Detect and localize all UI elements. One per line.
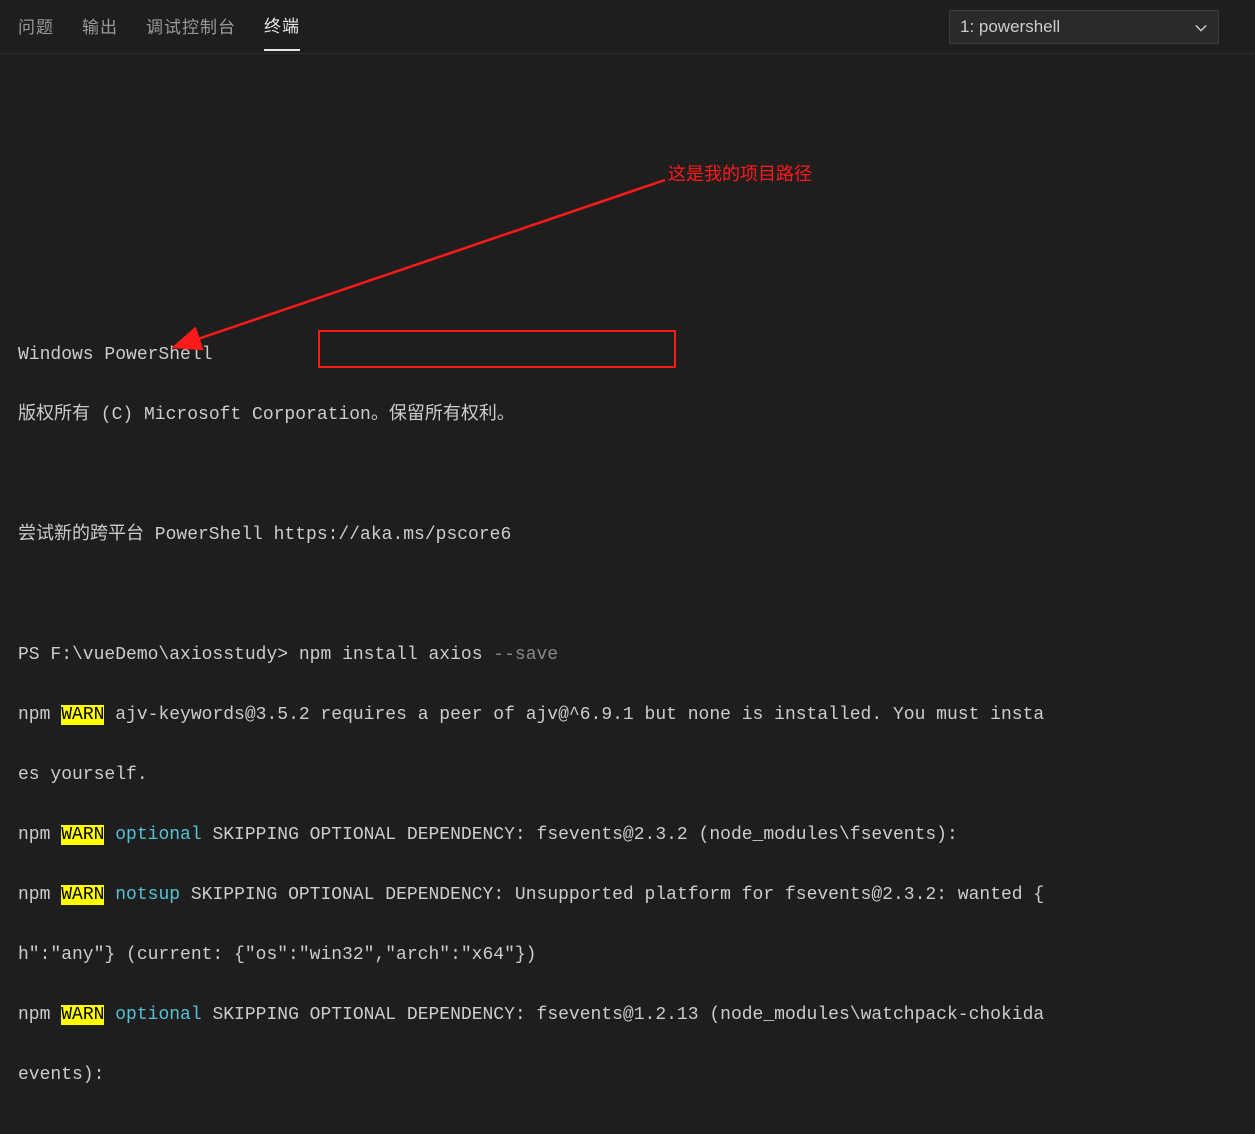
terminal-line bbox=[18, 100, 1237, 130]
terminal-line: npm WARN optional SKIPPING OPTIONAL DEPE… bbox=[18, 1000, 1237, 1030]
panel-header: 问题 输出 调试控制台 终端 1: powershell bbox=[0, 0, 1255, 54]
warn-badge: WARN bbox=[61, 1005, 104, 1025]
terminal-line: h":"any"} (current: {"os":"win32","arch"… bbox=[18, 940, 1237, 970]
panel-tabs: 问题 输出 调试控制台 终端 bbox=[18, 2, 949, 51]
terminal-line: es yourself. bbox=[18, 760, 1237, 790]
terminal-line: events): bbox=[18, 1060, 1237, 1090]
terminal-line: npm WARN ajv-keywords@3.5.2 requires a p… bbox=[18, 700, 1237, 730]
terminal-output[interactable]: Windows PowerShell 版权所有 (C) Microsoft Co… bbox=[0, 54, 1255, 1134]
tab-terminal[interactable]: 终端 bbox=[264, 2, 300, 51]
command-flag: --save bbox=[493, 645, 558, 665]
terminal-line bbox=[18, 280, 1237, 310]
terminal-command-line: PS F:\vueDemo\axiosstudy> npm install ax… bbox=[18, 640, 1237, 670]
terminal-line: 版权所有 (C) Microsoft Corporation。保留所有权利。 bbox=[18, 400, 1237, 430]
terminal-line bbox=[18, 580, 1237, 610]
annotation-label: 这是我的项目路径 bbox=[668, 160, 812, 186]
warn-badge: WARN bbox=[61, 705, 104, 725]
terminal-line bbox=[18, 160, 1237, 190]
terminal-selector[interactable]: 1: powershell bbox=[949, 10, 1219, 44]
terminal-line bbox=[18, 220, 1237, 250]
warn-badge: WARN bbox=[61, 885, 104, 905]
terminal-line: 尝试新的跨平台 PowerShell https://aka.ms/pscore… bbox=[18, 520, 1237, 550]
prompt: PS F:\vueDemo\axiosstudy> bbox=[18, 645, 299, 665]
command-text: npm install axios bbox=[299, 645, 493, 665]
terminal-line: Windows PowerShell bbox=[18, 340, 1237, 370]
warn-badge: WARN bbox=[61, 825, 104, 845]
tab-debug-console[interactable]: 调试控制台 bbox=[146, 3, 236, 50]
terminal-selector-value: 1: powershell bbox=[960, 17, 1060, 37]
tab-problems[interactable]: 问题 bbox=[18, 3, 54, 50]
tab-output[interactable]: 输出 bbox=[82, 3, 118, 50]
chevron-down-icon bbox=[1194, 20, 1208, 34]
terminal-line: npm WARN optional SKIPPING OPTIONAL DEPE… bbox=[18, 820, 1237, 850]
terminal-line: npm WARN notsup SKIPPING OPTIONAL DEPEND… bbox=[18, 880, 1237, 910]
terminal-line bbox=[18, 460, 1237, 490]
